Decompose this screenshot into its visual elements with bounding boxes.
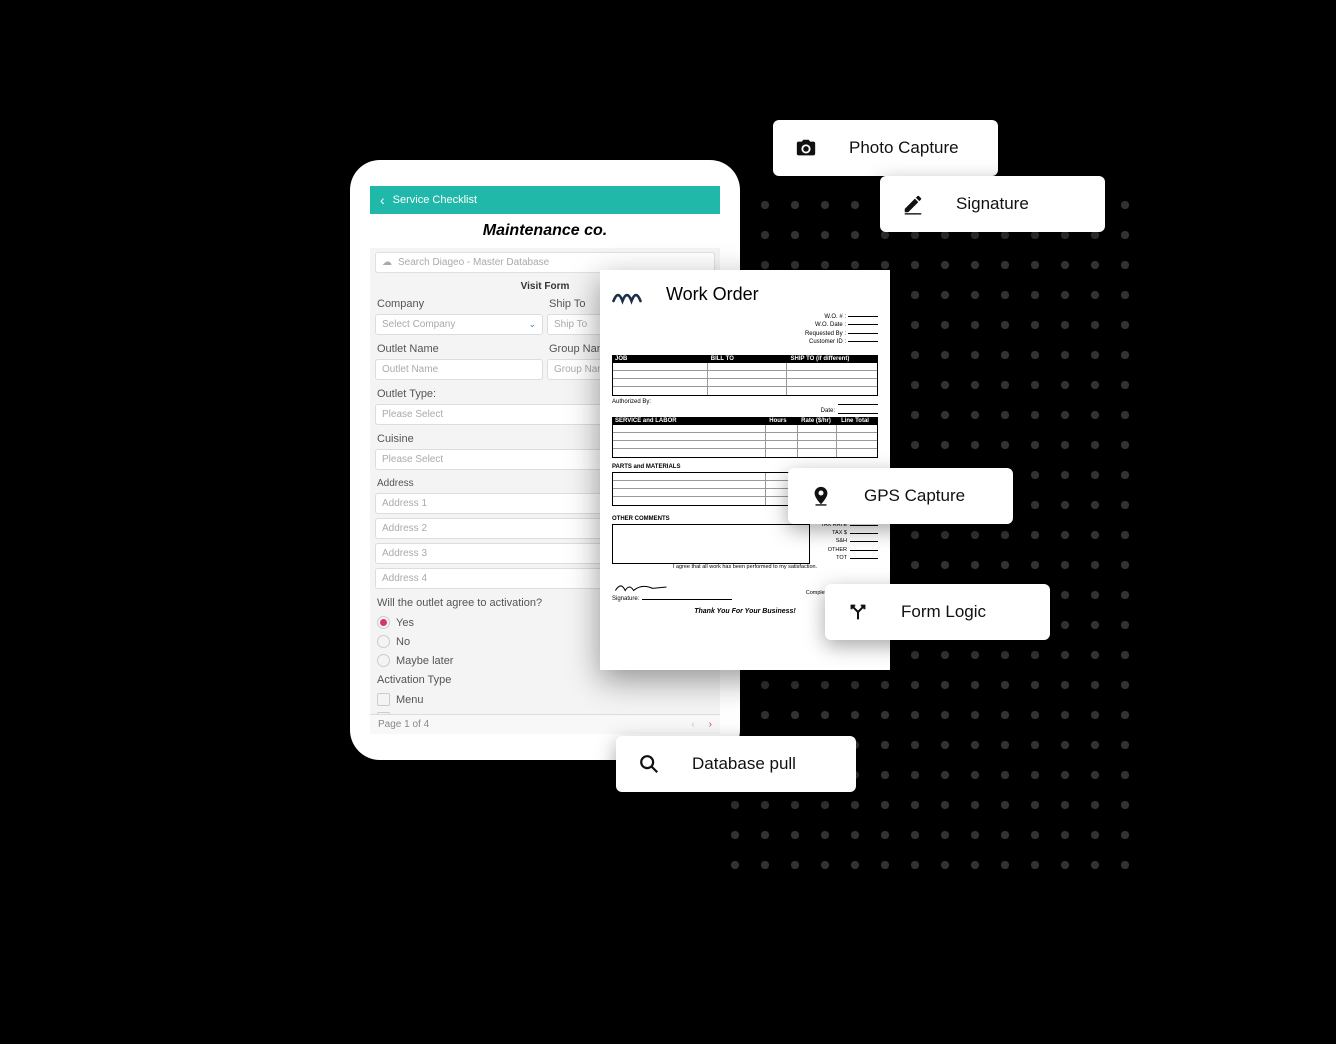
search-icon: [638, 753, 660, 775]
chevron-down-icon: ⌄: [528, 319, 536, 330]
feature-label: Signature: [956, 194, 1029, 214]
location-icon: [810, 485, 832, 507]
address2-input[interactable]: Address 2: [375, 518, 631, 539]
search-placeholder: Search Diageo - Master Database: [398, 257, 549, 268]
address4-input[interactable]: Address 4: [375, 568, 631, 589]
camera-icon: [795, 137, 817, 159]
company-select[interactable]: Select Company ⌄: [375, 314, 543, 335]
header-title: Service Checklist: [393, 194, 477, 206]
work-order-meta: W.O. # : W.O. Date : Requested By : Cust…: [612, 313, 878, 347]
checkbox-menu[interactable]: Menu: [375, 690, 715, 709]
page-indicator: Page 1 of 4: [378, 719, 429, 730]
feature-form-logic: Form Logic: [825, 584, 1050, 640]
job-header-row: JOB BILL TO SHIP TO (if different): [612, 355, 878, 363]
comments-label: OTHER COMMENTS: [612, 516, 810, 522]
feature-label: Form Logic: [901, 602, 986, 622]
form-brand-title: Maintenance co.: [370, 214, 720, 248]
branch-icon: [847, 601, 869, 623]
feature-signature: Signature: [880, 176, 1105, 232]
feature-database-pull: Database pull: [616, 736, 856, 792]
activation-type-label: Activation Type: [375, 670, 715, 690]
form-pager: Page 1 of 4 ‹ ›: [370, 714, 720, 734]
feature-label: Photo Capture: [849, 138, 959, 158]
agreement-text: I agree that all work has been performed…: [612, 564, 878, 570]
cloud-icon: ☁: [382, 257, 392, 268]
address3-input[interactable]: Address 3: [375, 543, 631, 564]
signature-scribble: [612, 580, 672, 594]
pager-next-button[interactable]: ›: [709, 719, 712, 730]
feature-label: GPS Capture: [864, 486, 965, 506]
feature-photo-capture: Photo Capture: [773, 120, 998, 176]
pager-prev-button[interactable]: ‹: [691, 719, 694, 730]
outlet-name-input[interactable]: Outlet Name: [375, 359, 543, 380]
form-header: ‹ Service Checklist: [370, 186, 720, 214]
service-header-row: SERVICE and LABOR Hours Rate ($/hr) Line…: [612, 417, 878, 425]
back-icon[interactable]: ‹: [380, 192, 385, 208]
address1-input[interactable]: Address 1: [375, 493, 631, 514]
work-order-title: Work Order: [666, 284, 759, 305]
feature-label: Database pull: [692, 754, 796, 774]
signature-icon: [902, 193, 924, 215]
company-logo: [612, 285, 642, 305]
company-label: Company: [375, 294, 543, 314]
feature-gps-capture: GPS Capture: [788, 468, 1013, 524]
outlet-name-label: Outlet Name: [375, 339, 543, 359]
